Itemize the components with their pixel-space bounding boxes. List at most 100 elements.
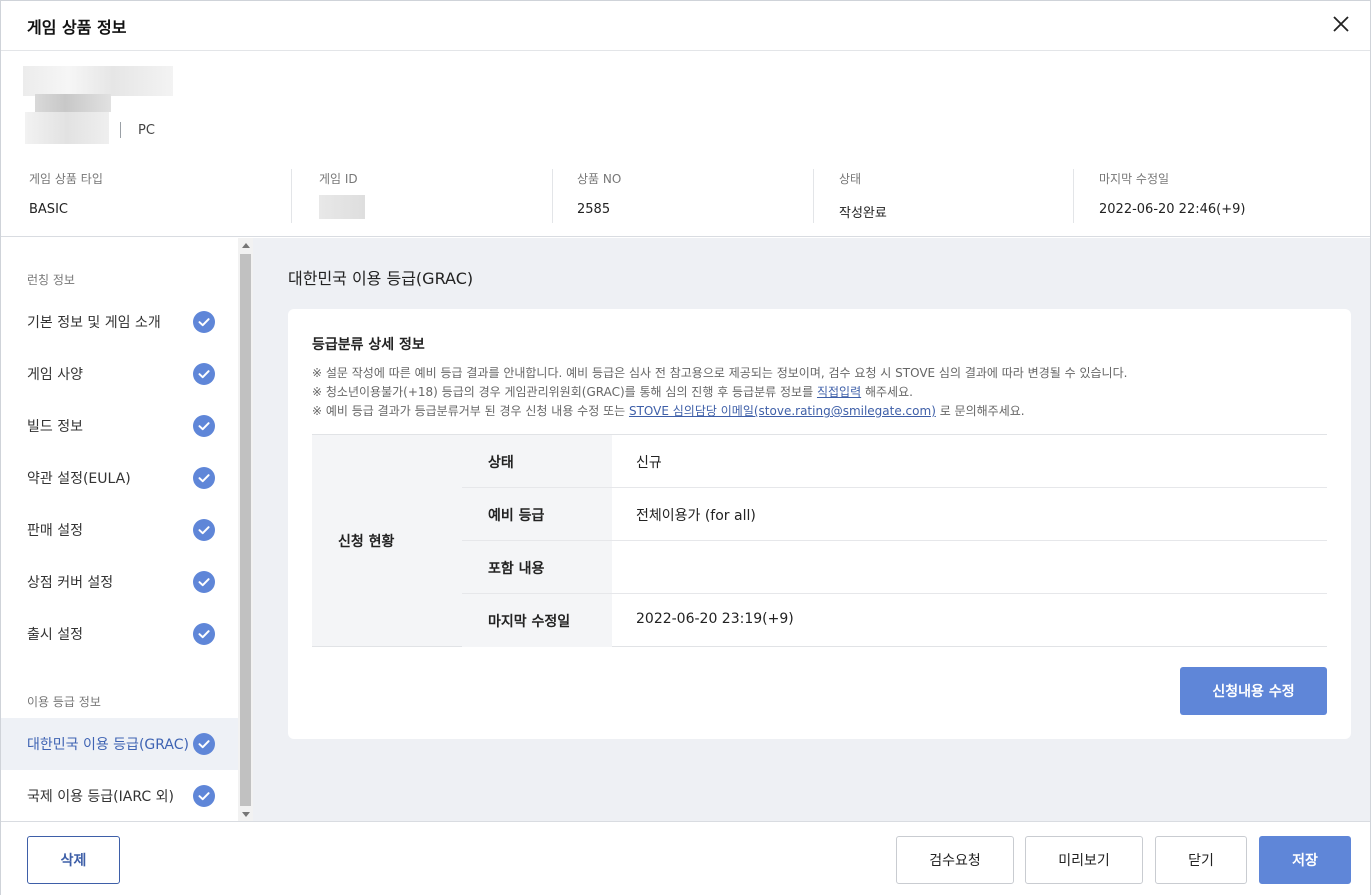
check-circle-icon xyxy=(193,571,215,593)
check-circle-icon xyxy=(193,415,215,437)
page-title: 대한민국 이용 등급(GRAC) xyxy=(288,269,474,288)
scroll-up-arrow-icon[interactable] xyxy=(242,243,250,248)
meta-value: 2022-06-20 22:46(+9) xyxy=(1099,202,1246,217)
close-button[interactable]: 닫기 xyxy=(1155,836,1247,884)
sidebar-item-release[interactable]: 출시 설정 xyxy=(1,608,238,660)
notice-line: ※ 청소년이용불가(+18) 등급의 경우 게임관리위원회(GRAC)를 통해 … xyxy=(312,383,913,400)
meta-last-modified: 마지막 수정일 2022-06-20 22:46(+9) xyxy=(1099,170,1245,226)
meta-product-no: 상품 NO 2585 xyxy=(577,170,621,226)
table-row: 마지막 수정일 2022-06-20 23:19(+9) xyxy=(462,594,1327,647)
close-icon[interactable] xyxy=(1329,12,1353,36)
divider xyxy=(552,169,553,223)
delete-button[interactable]: 삭제 xyxy=(27,836,120,884)
request-review-button[interactable]: 검수요청 xyxy=(896,836,1014,884)
row-value: 전체이용가 (for all) xyxy=(636,508,756,524)
meta-status: 상태 작성완료 xyxy=(839,170,887,226)
meta-label: 상품 NO xyxy=(577,172,622,186)
row-label: 포함 내용 xyxy=(488,561,545,577)
sidebar-item-label: 국제 이용 등급(IARC 외) xyxy=(27,789,174,805)
meta-product-type: 게임 상품 타입 BASIC xyxy=(29,170,103,226)
product-summary: PC 게임 상품 타입 BASIC 게임 ID 상품 NO 2585 상태 작성… xyxy=(1,52,1370,237)
sidebar-item-label: 기본 정보 및 게임 소개 xyxy=(27,315,161,331)
sidebar-item-label: 약관 설정(EULA) xyxy=(27,471,131,487)
sidebar-item-game-spec[interactable]: 게임 사양 xyxy=(1,348,238,400)
check-circle-icon xyxy=(193,311,215,333)
edit-application-button[interactable]: 신청내용 수정 xyxy=(1180,667,1327,715)
table-row: 상태 신규 xyxy=(462,435,1327,488)
meta-value: 2585 xyxy=(577,202,611,217)
meta-label: 상태 xyxy=(839,172,862,186)
divider xyxy=(120,122,121,138)
application-status-table: 신청 현황 상태 신규 예비 등급 전체이용가 (for all) 포함 내용 … xyxy=(312,434,1327,647)
sidebar-nav: 런칭 정보 기본 정보 및 게임 소개 게임 사양 빌드 정보 약관 설정(EU… xyxy=(1,238,253,821)
sidebar-item-build-info[interactable]: 빌드 정보 xyxy=(1,400,238,452)
preview-button[interactable]: 미리보기 xyxy=(1025,836,1143,884)
blurred-product-name xyxy=(35,94,111,112)
sidebar-item-store-cover[interactable]: 상점 커버 설정 xyxy=(1,556,238,608)
sidebar-item-sales[interactable]: 판매 설정 xyxy=(1,504,238,556)
notice-line: ※ 설문 작성에 따른 예비 등급 결과를 안내합니다. 예비 등급은 심사 전… xyxy=(312,364,1127,381)
table-row-header: 포함 내용 xyxy=(462,541,612,593)
check-circle-icon xyxy=(193,623,215,645)
rating-email-link[interactable]: STOVE 심의담당 이메일(stove.rating@smilegate.co… xyxy=(629,404,936,418)
sidebar-scrollbar[interactable] xyxy=(238,238,253,821)
check-circle-icon xyxy=(193,733,215,755)
sidebar-item-label: 상점 커버 설정 xyxy=(27,575,114,591)
sidebar-item-label: 판매 설정 xyxy=(27,523,83,539)
sidebar-section-launch: 런칭 정보 xyxy=(27,273,75,287)
rating-detail-card: 등급분류 상세 정보 ※ 설문 작성에 따른 예비 등급 결과를 안내합니다. … xyxy=(288,309,1351,739)
meta-label: 게임 ID xyxy=(319,172,358,186)
notice-line: ※ 예비 등급 결과가 등급분류거부 된 경우 신청 내용 수정 또는 STOV… xyxy=(312,402,1025,419)
divider xyxy=(1073,169,1074,223)
dialog-header: 게임 상품 정보 xyxy=(1,1,1370,51)
notice-text: ※ 예비 등급 결과가 등급분류거부 된 경우 신청 내용 수정 또는 xyxy=(312,404,629,418)
notice-text: ※ 설문 작성에 따른 예비 등급 결과를 안내합니다. 예비 등급은 심사 전… xyxy=(312,366,1128,380)
check-circle-icon xyxy=(193,363,215,385)
notice-text: 해주세요. xyxy=(861,385,913,399)
row-label: 예비 등급 xyxy=(488,508,545,524)
main-content: 대한민국 이용 등급(GRAC) 등급분류 상세 정보 ※ 설문 작성에 따른 … xyxy=(253,238,1370,821)
check-circle-icon xyxy=(193,785,215,807)
dialog-footer: 삭제 검수요청 미리보기 닫기 저장 xyxy=(1,821,1370,895)
check-circle-icon xyxy=(193,467,215,489)
platform-label: PC xyxy=(138,123,155,138)
divider xyxy=(291,169,292,223)
divider xyxy=(813,169,814,223)
sidebar-item-grac[interactable]: 대한민국 이용 등급(GRAC) xyxy=(1,718,238,770)
meta-label: 마지막 수정일 xyxy=(1099,172,1170,186)
row-label: 마지막 수정일 xyxy=(488,614,571,630)
notice-text: 로 문의해주세요. xyxy=(935,404,1025,418)
row-value: 2022-06-20 23:19(+9) xyxy=(636,611,794,627)
sidebar-item-iarc[interactable]: 국제 이용 등급(IARC 외) xyxy=(1,770,238,821)
blurred-product-name xyxy=(23,66,173,96)
sidebar-item-label: 게임 사양 xyxy=(27,367,83,383)
scrollbar-thumb[interactable] xyxy=(240,254,251,806)
sidebar-item-label: 대한민국 이용 등급(GRAC) xyxy=(27,737,189,753)
check-circle-icon xyxy=(193,519,215,541)
blurred-product-name xyxy=(25,112,109,144)
game-product-dialog: 게임 상품 정보 PC 게임 상품 타입 BASIC 게임 ID 상품 NO 2… xyxy=(0,0,1371,895)
table-group-label: 신청 현황 xyxy=(338,534,395,550)
row-label: 상태 xyxy=(488,455,514,471)
sidebar-section-rating: 이용 등급 정보 xyxy=(27,695,101,709)
table-row-header: 마지막 수정일 xyxy=(462,594,612,647)
meta-label: 게임 상품 타입 xyxy=(29,172,103,186)
table-group-header: 신청 현황 xyxy=(312,435,462,646)
sidebar-item-eula[interactable]: 약관 설정(EULA) xyxy=(1,452,238,504)
meta-value: 작성완료 xyxy=(839,206,887,221)
sidebar-item-label: 출시 설정 xyxy=(27,627,83,643)
notice-text: ※ 청소년이용불가(+18) 등급의 경우 게임관리위원회(GRAC)를 통해 … xyxy=(312,385,817,399)
meta-game-id: 게임 ID xyxy=(319,170,365,226)
blurred-game-id xyxy=(319,195,365,219)
save-button[interactable]: 저장 xyxy=(1259,836,1351,884)
sidebar-item-basic-info[interactable]: 기본 정보 및 게임 소개 xyxy=(1,296,238,348)
scroll-down-arrow-icon[interactable] xyxy=(242,812,250,817)
direct-input-link[interactable]: 직접입력 xyxy=(817,385,861,399)
table-row: 예비 등급 전체이용가 (for all) xyxy=(462,488,1327,541)
dialog-title: 게임 상품 정보 xyxy=(27,18,127,37)
sidebar-item-label: 빌드 정보 xyxy=(27,419,83,435)
table-row-header: 상태 xyxy=(462,435,612,487)
meta-value: BASIC xyxy=(29,202,68,217)
card-title: 등급분류 상세 정보 xyxy=(312,337,425,353)
table-row-header: 예비 등급 xyxy=(462,488,612,540)
